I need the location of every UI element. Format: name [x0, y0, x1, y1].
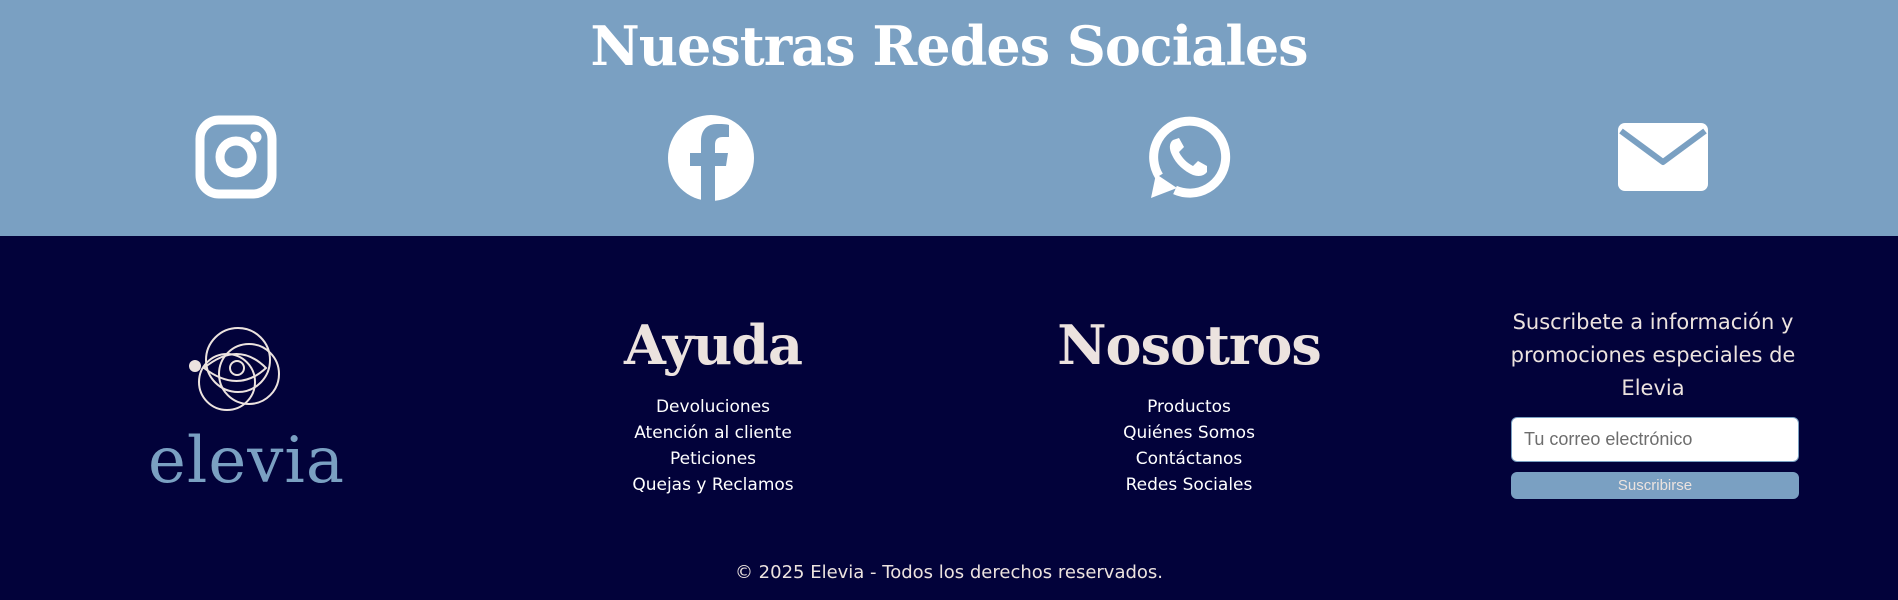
elevia-logo[interactable]: elevia	[148, 318, 345, 498]
about-link-who-we-are[interactable]: Quiénes Somos	[1039, 420, 1339, 446]
about-link-contact[interactable]: Contáctanos	[1039, 446, 1339, 472]
help-link-returns[interactable]: Devoluciones	[563, 394, 863, 420]
facebook-icon[interactable]	[663, 110, 759, 206]
social-title: Nuestras Redes Sociales	[590, 14, 1308, 78]
subscribe-text: Suscribete a información y promociones e…	[1510, 310, 1796, 400]
copyright-text: © 2025 Elevia - Todos los derechos reser…	[734, 562, 1164, 583]
email-icon[interactable]	[1618, 110, 1714, 206]
whatsapp-icon[interactable]	[1139, 110, 1235, 206]
help-title: Ayuda	[623, 313, 803, 377]
subscribe-button[interactable]: Suscribirse	[1511, 472, 1799, 499]
subscribe-form: Suscribete a información y promociones e…	[1508, 306, 1799, 499]
about-link-products[interactable]: Productos	[1039, 394, 1339, 420]
help-link-complaints[interactable]: Quejas y Reclamos	[563, 472, 863, 498]
logo-wordmark: elevia	[148, 424, 345, 498]
email-input[interactable]	[1511, 417, 1799, 462]
eye-emblem-icon	[189, 327, 280, 411]
social-section: Nuestras Redes Sociales	[0, 0, 1898, 236]
help-link-customer-service[interactable]: Atención al cliente	[563, 420, 863, 446]
about-link-social[interactable]: Redes Sociales	[1039, 472, 1339, 498]
about-title: Nosotros	[1057, 313, 1322, 377]
help-link-requests[interactable]: Peticiones	[563, 446, 863, 472]
instagram-icon[interactable]	[188, 110, 284, 206]
help-column: Ayuda Devoluciones Atención al cliente P…	[563, 310, 863, 498]
about-column: Nosotros Productos Quiénes Somos Contáct…	[1039, 310, 1339, 498]
